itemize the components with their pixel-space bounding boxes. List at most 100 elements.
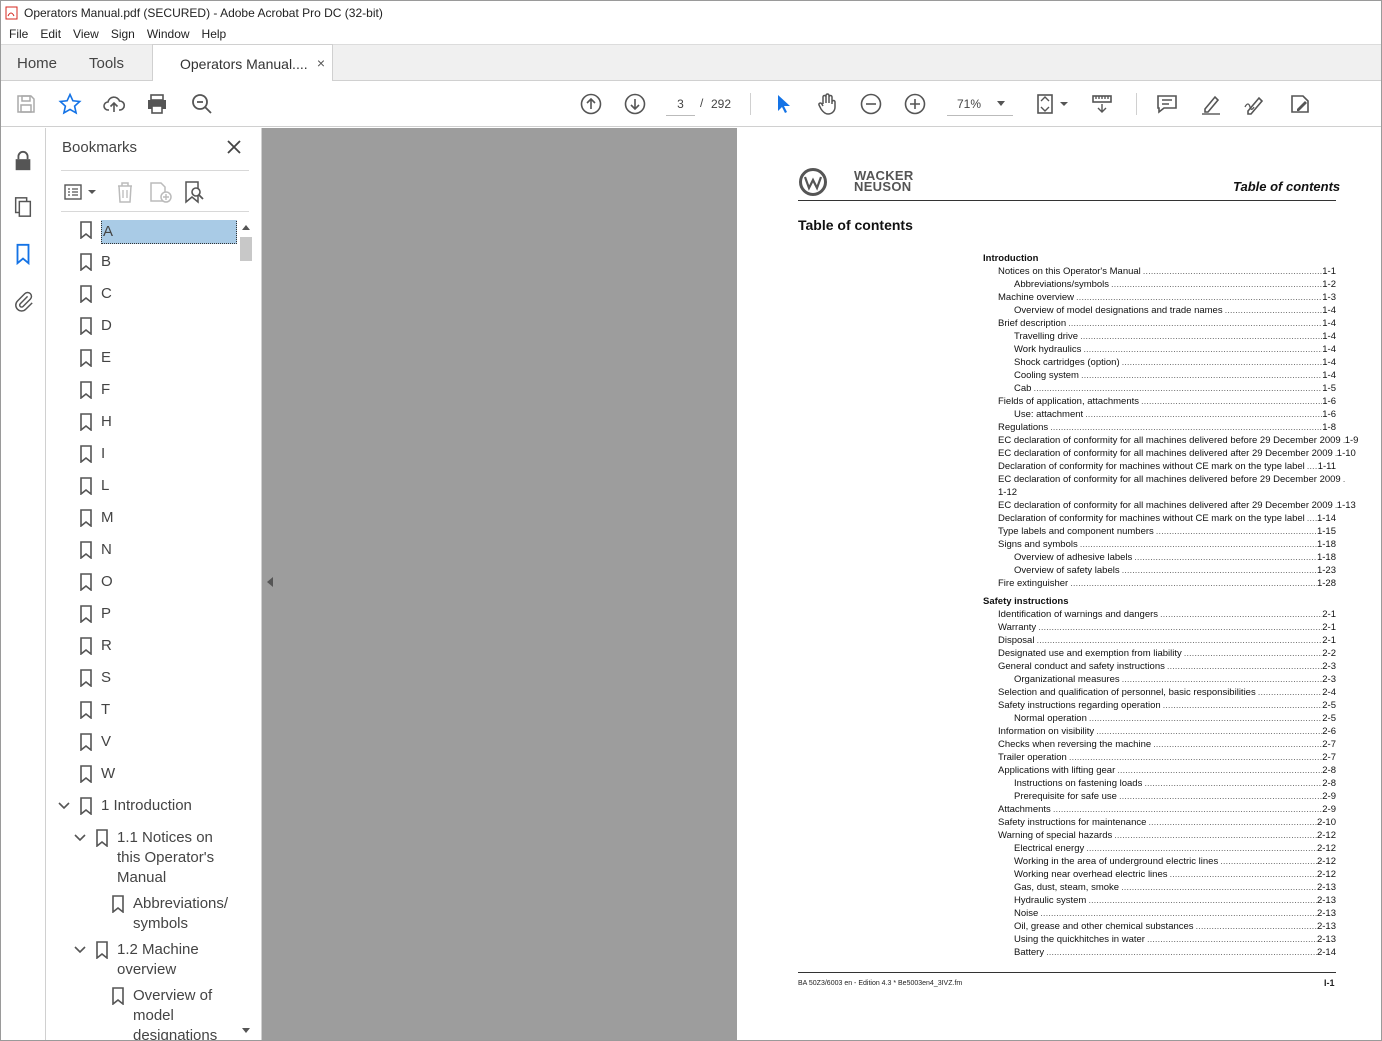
zoom-level-select[interactable]: 71%	[947, 92, 1013, 116]
toc-entry[interactable]: Fields of application, attachments 1-6	[983, 395, 1336, 408]
toc-entry[interactable]: Identification of warnings and dangers 2-…	[983, 608, 1336, 621]
menu-window[interactable]: Window	[141, 27, 196, 41]
toc-entry[interactable]: Disposal 2-1	[983, 634, 1336, 647]
menu-file[interactable]: File	[3, 27, 34, 41]
edit-icon[interactable]	[1287, 91, 1313, 117]
print-icon[interactable]	[144, 91, 170, 117]
page-number-input[interactable]: 3	[666, 92, 695, 116]
toc-entry[interactable]: Cooling system 1-4	[983, 369, 1336, 382]
bookmarks-scrollbar[interactable]	[238, 221, 254, 1037]
toc-entry[interactable]: Electrical energy 2-12	[983, 842, 1336, 855]
toc-entry[interactable]: EC declaration of conformity for all mac…	[983, 499, 1356, 512]
highlight-icon[interactable]	[1198, 91, 1224, 117]
toc-entry[interactable]: Safety instructions for maintenance 2-10	[983, 816, 1336, 829]
toc-entry[interactable]: Using the quickhitches in water 2-13	[983, 933, 1336, 946]
chevron-down-icon[interactable]	[74, 832, 86, 844]
toc-entry[interactable]: Abbreviations/symbols 1-2	[983, 278, 1336, 291]
star-icon[interactable]	[57, 91, 83, 117]
toc-entry[interactable]: 1-12	[983, 486, 1336, 499]
toc-entry[interactable]: Hydraulic system 2-13	[983, 894, 1336, 907]
tab-close-icon[interactable]: ×	[317, 55, 325, 71]
toc-entry[interactable]: Attachments 2-9	[983, 803, 1336, 816]
toc-entry[interactable]: Work hydraulics 1-4	[983, 343, 1336, 356]
upload-icon[interactable]	[101, 91, 127, 117]
page-down-icon[interactable]	[622, 91, 648, 117]
toc-entry[interactable]: Overview of safety labels 1-23	[983, 564, 1336, 577]
toc-entry[interactable]: Brief description 1-4	[983, 317, 1336, 330]
collapse-panel-icon[interactable]	[267, 577, 273, 587]
hand-icon[interactable]	[814, 91, 840, 117]
toc-entry[interactable]: Prerequisite for safe use 2-9	[983, 790, 1336, 803]
toc-entry[interactable]: Shock cartridges (option) 1-4	[983, 356, 1336, 369]
zoom-out-icon[interactable]	[858, 91, 884, 117]
toc-entry[interactable]: Working in the area of underground elect…	[983, 855, 1336, 868]
fit-page-icon[interactable]	[1035, 91, 1071, 117]
toc-entry[interactable]: Declaration of conformity for machines w…	[983, 512, 1336, 525]
toc-entry[interactable]: Declaration of conformity for machines w…	[983, 460, 1336, 473]
toc-entry[interactable]: Overview of model designations and trade…	[983, 304, 1336, 317]
new-bookmark-icon[interactable]	[147, 179, 173, 205]
toc-entry[interactable]: Designated use and exemption from liabil…	[983, 647, 1336, 660]
menu-sign[interactable]: Sign	[105, 27, 141, 41]
zoom-search-icon[interactable]	[189, 91, 215, 117]
toc-entry[interactable]: Normal operation 2-5	[983, 712, 1336, 725]
toc-entry[interactable]: General conduct and safety instructions 2…	[983, 660, 1336, 673]
toc-entry[interactable]: Oil, grease and other chemical substance…	[983, 920, 1336, 933]
toc-entry[interactable]: Warning of special hazards 2-12	[983, 829, 1336, 842]
tab-home[interactable]: Home	[17, 45, 57, 81]
toc-entry[interactable]: EC declaration of conformity for all mac…	[983, 434, 1358, 447]
scroll-up-icon[interactable]	[242, 225, 250, 230]
toc-entry[interactable]: Information on visibility 2-6	[983, 725, 1336, 738]
scrollbar-thumb[interactable]	[240, 237, 252, 261]
toc-entry[interactable]: Regulations 1-8	[983, 421, 1336, 434]
toc-entry[interactable]: Trailer operation 2-7	[983, 751, 1336, 764]
select-cursor-icon[interactable]	[770, 91, 796, 117]
toc-entry[interactable]: Selection and qualification of personnel…	[983, 686, 1336, 699]
scroll-down-icon[interactable]	[242, 1028, 250, 1033]
toc-entry[interactable]: Organizational measures 2-3	[983, 673, 1336, 686]
menu-edit[interactable]: Edit	[34, 27, 67, 41]
toc-entry[interactable]: Instructions on fastening loads 2-8	[983, 777, 1336, 790]
toc-entry[interactable]: Working near overhead electric lines 2-12	[983, 868, 1336, 881]
toc-entry[interactable]: Notices on this Operator's Manual 1-1	[983, 265, 1336, 278]
toc-entry[interactable]: Use: attachment 1-6	[983, 408, 1336, 421]
toc-section[interactable]: Safety instructions	[983, 595, 1336, 608]
toc-section[interactable]: Introduction	[983, 252, 1336, 265]
scroll-mode-icon[interactable]	[1089, 91, 1115, 117]
menu-view[interactable]: View	[67, 27, 105, 41]
sign-icon[interactable]	[1242, 91, 1268, 117]
toc-entry[interactable]: Noise 2-13	[983, 907, 1336, 920]
toc-entry[interactable]: EC declaration of conformity for all mac…	[983, 473, 1341, 486]
toc-entry[interactable]: Applications with lifting gear 2-8	[983, 764, 1336, 777]
chevron-down-icon[interactable]	[58, 800, 70, 812]
toc-entry[interactable]: Machine overview 1-3	[983, 291, 1336, 304]
bookmark-options-button[interactable]	[63, 179, 99, 205]
toc-entry[interactable]: Battery 2-14	[983, 946, 1336, 959]
pages-icon[interactable]	[11, 194, 35, 220]
toc-entry[interactable]: Warranty 2-1	[983, 621, 1336, 634]
toc-entry[interactable]: Overview of adhesive labels 1-18	[983, 551, 1336, 564]
delete-bookmark-icon[interactable]	[113, 179, 137, 205]
lock-icon[interactable]	[11, 148, 35, 174]
tab-tools[interactable]: Tools	[89, 45, 124, 81]
page-up-icon[interactable]	[578, 91, 604, 117]
menu-help[interactable]: Help	[196, 27, 233, 41]
chevron-down-icon[interactable]	[74, 944, 86, 956]
toc-entry[interactable]: Travelling drive 1-4	[983, 330, 1336, 343]
toc-entry[interactable]: EC declaration of conformity for all mac…	[983, 447, 1356, 460]
toc-entry[interactable]: Safety instructions regarding operation 2…	[983, 699, 1336, 712]
attachment-icon[interactable]	[11, 288, 35, 314]
toc-entry[interactable]: Gas, dust, steam, smoke 2-13	[983, 881, 1336, 894]
bookmark-icon[interactable]	[11, 241, 35, 267]
toc-entry[interactable]: Type labels and component numbers 1-15	[983, 525, 1336, 538]
tab-document[interactable]: Operators Manual.... ×	[152, 44, 333, 82]
comment-icon[interactable]	[1154, 91, 1180, 117]
save-icon[interactable]	[13, 91, 39, 117]
toc-entry[interactable]: Cab 1-5	[983, 382, 1336, 395]
toc-entry[interactable]: Checks when reversing the machine 2-7	[983, 738, 1336, 751]
find-bookmark-icon[interactable]	[181, 179, 205, 205]
toc-entry[interactable]: Fire extinguisher 1-28	[983, 577, 1336, 590]
zoom-in-icon[interactable]	[902, 91, 928, 117]
toc-entry[interactable]: Signs and symbols 1-18	[983, 538, 1336, 551]
close-icon[interactable]	[224, 137, 244, 157]
